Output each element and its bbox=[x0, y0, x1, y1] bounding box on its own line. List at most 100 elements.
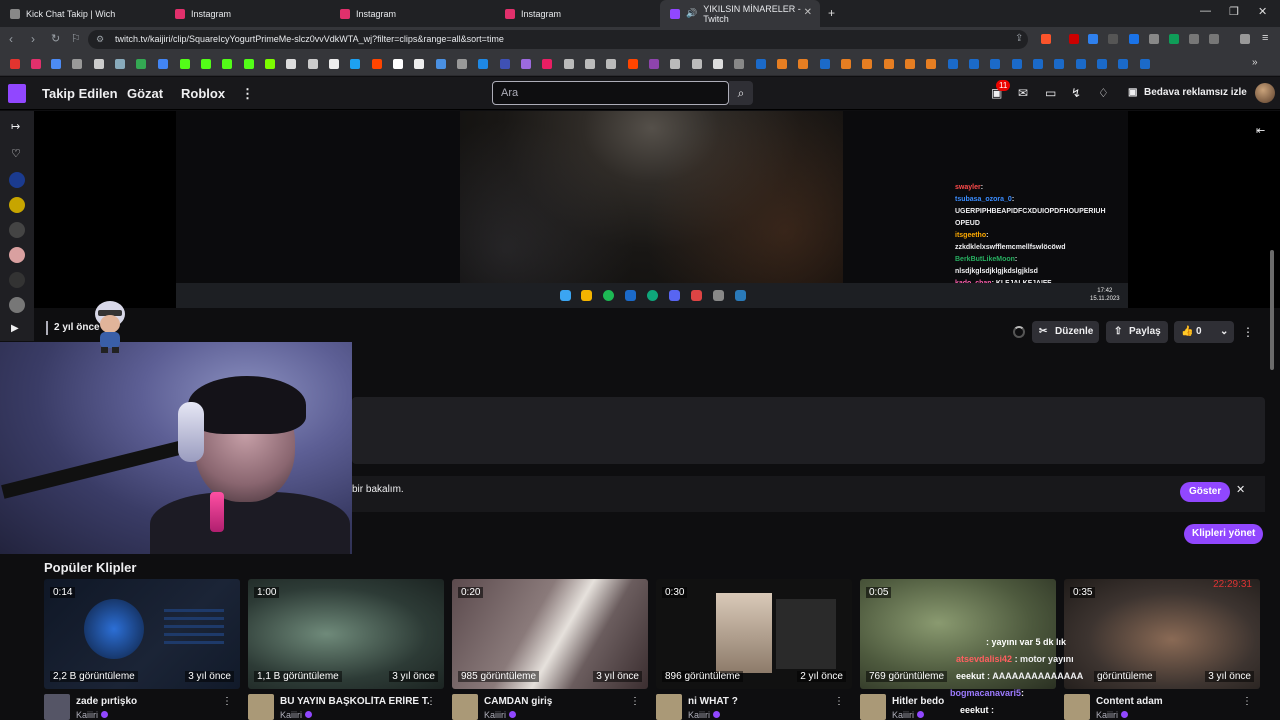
kick-icon[interactable] bbox=[180, 59, 190, 69]
collapse-chat-icon[interactable]: ⇤ bbox=[1256, 124, 1265, 137]
clip-card[interactable]: 0:20 985 görüntüleme 3 yıl önce CAMDAN g… bbox=[452, 579, 648, 720]
bookmark-icon[interactable] bbox=[350, 59, 360, 69]
bookmark-icon[interactable] bbox=[500, 59, 510, 69]
steam-icon[interactable] bbox=[1076, 59, 1086, 69]
minimize-icon[interactable]: — bbox=[1200, 5, 1211, 17]
expand-sidebar-icon[interactable]: ↦ bbox=[11, 120, 20, 133]
channel-avatar[interactable] bbox=[9, 272, 25, 288]
bookmark-icon[interactable] bbox=[158, 59, 168, 69]
camera-icon[interactable]: ▶ bbox=[11, 323, 19, 334]
bookmark-icon[interactable] bbox=[265, 59, 275, 69]
folder-icon[interactable] bbox=[734, 59, 744, 69]
extension-icon[interactable]: ↯ bbox=[1071, 86, 1081, 100]
clip-card[interactable]: 0:30 896 görüntüleme 2 yıl önce ni WHAT … bbox=[656, 579, 852, 720]
new-tab-button[interactable]: + bbox=[828, 6, 835, 20]
more-options-icon[interactable]: ⋮ bbox=[426, 696, 436, 707]
extension-icon[interactable] bbox=[1129, 34, 1139, 44]
clip-title[interactable]: CAMDAN giriş bbox=[484, 696, 634, 707]
steam-icon[interactable] bbox=[1140, 59, 1150, 69]
clip-thumbnail[interactable]: 0:30 896 görüntüleme 2 yıl önce bbox=[656, 579, 852, 689]
channel-avatar[interactable] bbox=[9, 197, 25, 213]
channel-avatar[interactable] bbox=[9, 297, 25, 313]
channel-avatar[interactable] bbox=[248, 694, 274, 720]
media-icon[interactable] bbox=[1240, 34, 1250, 44]
user-avatar[interactable] bbox=[1255, 83, 1275, 103]
more-options-icon[interactable]: ⋮ bbox=[1242, 325, 1254, 339]
bookmark-icon[interactable] bbox=[649, 59, 659, 69]
mail-icon[interactable]: ✉ bbox=[1018, 86, 1028, 100]
share-button[interactable]: ⇧ Paylaş bbox=[1106, 321, 1168, 343]
bookmark-icon[interactable] bbox=[692, 59, 702, 69]
clip-thumbnail[interactable]: 0:14 2,2 B görüntüleme 3 yıl önce bbox=[44, 579, 240, 689]
reload-icon[interactable]: ↻ bbox=[51, 32, 60, 45]
bookmark-icon[interactable] bbox=[393, 59, 403, 69]
bookmark-icon[interactable] bbox=[31, 59, 41, 69]
steam-icon[interactable] bbox=[969, 59, 979, 69]
page-scrollbar[interactable] bbox=[1270, 250, 1274, 370]
bookmark-icon[interactable] bbox=[628, 59, 638, 69]
more-options-icon[interactable]: ⋮ bbox=[222, 696, 232, 707]
bookmark-icon[interactable] bbox=[862, 59, 872, 69]
nav-following[interactable]: Takip Edilen bbox=[42, 86, 118, 101]
bookmark-icon[interactable] bbox=[670, 59, 680, 69]
clip-thumbnail[interactable]: 0:20 985 görüntüleme 3 yıl önce bbox=[452, 579, 648, 689]
bookmark-icon[interactable] bbox=[606, 59, 616, 69]
channel-avatar[interactable] bbox=[452, 694, 478, 720]
url-bar[interactable]: ⚙ twitch.tv/kaijiri/clip/SquareIcyYogurt… bbox=[88, 30, 1028, 49]
kick-icon[interactable] bbox=[244, 59, 254, 69]
channel-avatar[interactable] bbox=[9, 222, 25, 238]
reddit-icon[interactable] bbox=[372, 59, 382, 69]
tab-instagram-1[interactable]: Instagram bbox=[165, 0, 330, 27]
bookmark-icon[interactable] bbox=[564, 59, 574, 69]
show-button[interactable]: Göster bbox=[1180, 482, 1231, 502]
close-icon[interactable]: ✕ bbox=[1236, 483, 1245, 496]
bookmark-icon[interactable] bbox=[457, 59, 467, 69]
menu-icon[interactable]: ≡ bbox=[1262, 32, 1268, 44]
bookmark-icon[interactable] bbox=[72, 59, 82, 69]
clip-card[interactable]: 0:14 2,2 B görüntüleme 3 yıl önce zade p… bbox=[44, 579, 240, 720]
nav-browse[interactable]: Gözat bbox=[127, 86, 163, 101]
kick-icon[interactable] bbox=[201, 59, 211, 69]
manage-clips-button[interactable]: Klipleri yönet bbox=[1184, 524, 1264, 544]
steam-icon[interactable] bbox=[1118, 59, 1128, 69]
bookmark-icon[interactable] bbox=[308, 59, 318, 69]
bookmark-icon[interactable] bbox=[905, 59, 915, 69]
channel-avatar[interactable] bbox=[860, 694, 886, 720]
bookmark-icon[interactable] bbox=[136, 59, 146, 69]
whispers-icon[interactable]: ▭ bbox=[1045, 86, 1056, 100]
twitch-logo-icon[interactable] bbox=[8, 84, 26, 103]
search-icon[interactable]: ⌕ bbox=[729, 81, 753, 105]
clip-title[interactable]: zade pırtişko bbox=[76, 696, 226, 707]
steam-icon[interactable] bbox=[756, 59, 766, 69]
bookmark-icon[interactable] bbox=[94, 59, 104, 69]
steam-icon[interactable] bbox=[820, 59, 830, 69]
sidebar-icon[interactable] bbox=[1209, 34, 1219, 44]
tab-kick-chat[interactable]: Kick Chat Takip | Wich bbox=[0, 0, 165, 27]
extension-icon[interactable] bbox=[1149, 34, 1159, 44]
channel-avatar[interactable] bbox=[9, 247, 25, 263]
brave-shield-icon[interactable] bbox=[1041, 34, 1051, 44]
bookmark-icon[interactable]: ⚐ bbox=[71, 32, 81, 45]
close-tab-icon[interactable]: ✕ bbox=[804, 7, 812, 18]
bookmark-icon[interactable] bbox=[478, 59, 488, 69]
clip-author[interactable]: Kaiiiri bbox=[688, 710, 721, 720]
steam-icon[interactable] bbox=[948, 59, 958, 69]
steam-icon[interactable] bbox=[1097, 59, 1107, 69]
back-icon[interactable]: ‹ bbox=[9, 32, 13, 46]
steam-icon[interactable] bbox=[1033, 59, 1043, 69]
steam-icon[interactable] bbox=[1012, 59, 1022, 69]
clip-title[interactable]: BU YAYIN BAŞKOLİTA ERİRE T... bbox=[280, 696, 430, 707]
tab-instagram-3[interactable]: Instagram bbox=[495, 0, 660, 27]
bookmark-icon[interactable] bbox=[713, 59, 723, 69]
chevron-down-icon[interactable]: ⌄ bbox=[1220, 321, 1228, 343]
more-options-icon[interactable]: ⋮ bbox=[834, 696, 844, 707]
bookmark-icon[interactable] bbox=[436, 59, 446, 69]
extension-icon[interactable] bbox=[1088, 34, 1098, 44]
bookmark-icon[interactable] bbox=[926, 59, 936, 69]
like-button[interactable]: 👍 0 ⌄ bbox=[1174, 321, 1234, 343]
bookmark-icon[interactable] bbox=[414, 59, 424, 69]
edit-button[interactable]: ✂ Düzenle bbox=[1032, 321, 1099, 343]
close-window-icon[interactable]: ✕ bbox=[1258, 5, 1267, 18]
extension-icon[interactable] bbox=[1069, 34, 1079, 44]
extension-icon[interactable] bbox=[1108, 34, 1118, 44]
